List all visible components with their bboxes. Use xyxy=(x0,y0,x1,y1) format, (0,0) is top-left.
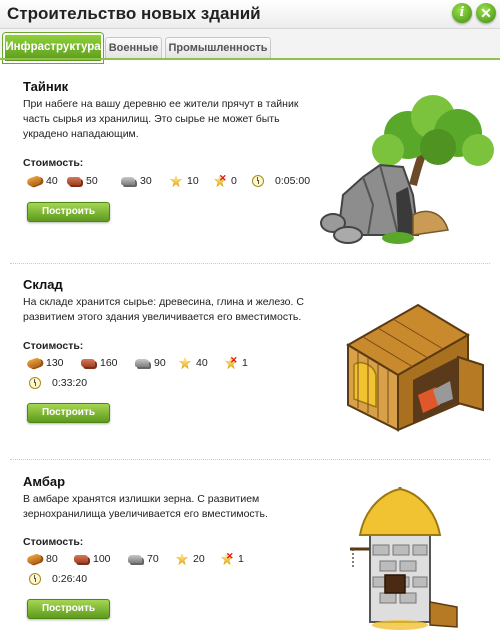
section-divider xyxy=(10,263,490,264)
clay-icon xyxy=(81,359,95,368)
cost-crop: 40 xyxy=(196,357,208,369)
building-name: Склад xyxy=(23,277,63,292)
cost-clay: 50 xyxy=(86,175,98,187)
cost-crop: 10 xyxy=(187,175,199,187)
section-divider xyxy=(10,459,490,460)
building-description: В амбаре хранятся излишки зерна. С разви… xyxy=(23,493,268,520)
build-time: 0:33:20 xyxy=(52,377,88,389)
cost-iron: 30 xyxy=(140,175,152,187)
build-button[interactable]: Построить xyxy=(27,202,110,222)
cost-crop-upkeep: 1 xyxy=(242,357,248,369)
building-description: На складе хранится сырье: древесина, гли… xyxy=(23,296,304,323)
clock-icon xyxy=(29,377,41,390)
cost-wood: 130 xyxy=(46,357,64,369)
cost-label: Стоимость: xyxy=(23,340,84,352)
close-button[interactable]: ✕ xyxy=(476,3,496,23)
build-time: 0:05:00 xyxy=(275,175,311,187)
cost-row: 130 160 90 40 1 xyxy=(26,352,327,371)
cost-row: 40 50 30 10 0 0:05:00 xyxy=(26,170,327,189)
clay-icon xyxy=(74,555,88,564)
crop-icon xyxy=(176,553,188,566)
cost-iron: 70 xyxy=(147,553,159,565)
build-time: 0:26:40 xyxy=(52,573,88,585)
cost-wood: 80 xyxy=(46,553,58,565)
building-name: Амбар xyxy=(23,474,66,489)
crop-consumption-icon xyxy=(225,352,238,369)
info-button[interactable]: i xyxy=(452,3,472,23)
cost-clay: 160 xyxy=(100,357,118,369)
building-description: При набеге на вашу деревню ее жители пря… xyxy=(23,98,299,140)
cost-iron: 90 xyxy=(154,357,166,369)
cost-label: Стоимость: xyxy=(23,157,84,169)
crop-consumption-icon xyxy=(214,170,227,187)
info-icon: i xyxy=(459,5,465,20)
clay-icon xyxy=(67,177,81,186)
iron-icon xyxy=(121,177,135,186)
cost-crop-upkeep: 1 xyxy=(238,553,244,565)
cost-time-row: 0:33:20 xyxy=(27,375,227,391)
cost-row: 80 100 70 20 1 xyxy=(26,548,327,567)
iron-icon xyxy=(128,555,142,564)
window-title: Строительство новых зданий xyxy=(7,4,261,23)
close-icon: ✕ xyxy=(480,5,492,21)
cost-wood: 40 xyxy=(46,175,58,187)
building-name: Тайник xyxy=(23,79,69,94)
iron-icon xyxy=(135,359,149,368)
warehouse-illustration xyxy=(346,303,484,432)
cranny-illustration xyxy=(320,95,494,244)
tab-military[interactable]: Военные xyxy=(105,37,162,58)
cost-label: Стоимость: xyxy=(23,536,84,548)
wood-icon xyxy=(26,357,42,370)
granary-illustration xyxy=(350,487,458,630)
wood-icon xyxy=(26,553,42,566)
clock-icon xyxy=(29,573,41,586)
tab-underline xyxy=(0,58,500,60)
clock-icon xyxy=(252,175,264,188)
cost-clay: 100 xyxy=(93,553,111,565)
cost-crop: 20 xyxy=(193,553,205,565)
tab-industry[interactable]: Промышленность xyxy=(165,37,271,58)
build-button[interactable]: Построить xyxy=(27,599,110,619)
wood-icon xyxy=(26,175,42,188)
build-button[interactable]: Построить xyxy=(27,403,110,423)
window-titlebar: Строительство новых зданий i ✕ xyxy=(0,0,500,29)
crop-icon xyxy=(179,357,191,370)
crop-consumption-icon xyxy=(221,548,234,565)
cost-crop-upkeep: 0 xyxy=(231,175,237,187)
crop-icon xyxy=(170,175,182,188)
cost-time-row: 0:26:40 xyxy=(27,571,227,587)
tab-bar: Инфраструктура Военные Промышленность xyxy=(0,29,500,63)
